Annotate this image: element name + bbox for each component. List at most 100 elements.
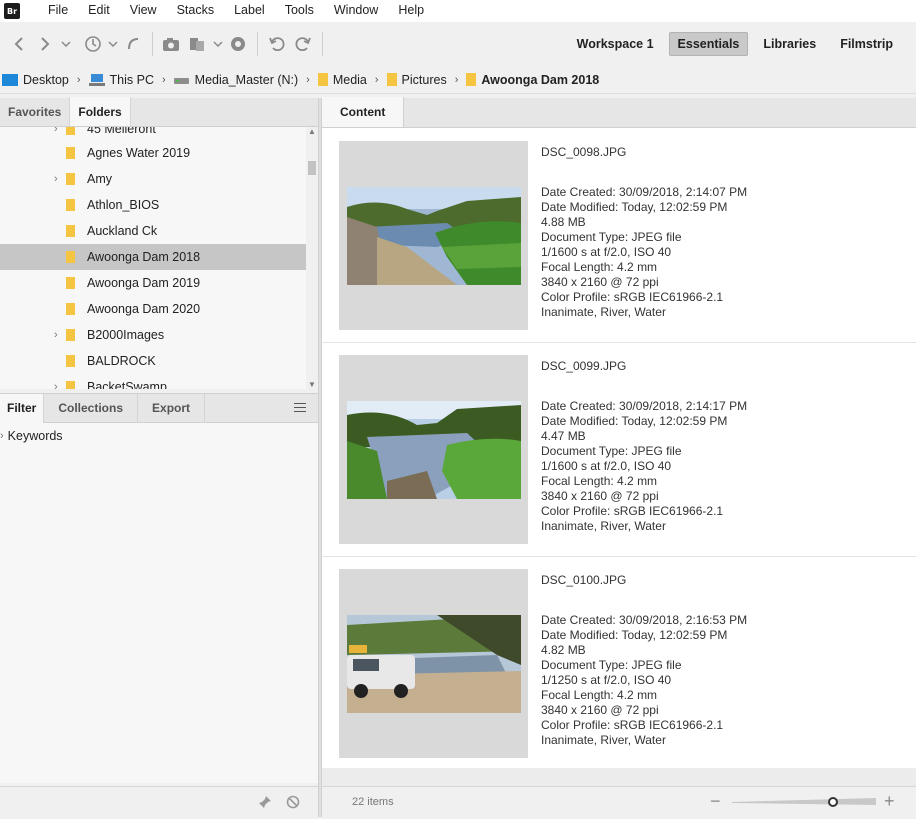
forward-icon[interactable] xyxy=(32,31,58,57)
breadcrumb-label: Pictures xyxy=(401,72,447,87)
folder-row[interactable]: › Amy xyxy=(0,166,306,192)
breadcrumb-label: Media_Master (N:) xyxy=(194,72,299,87)
breadcrumb-label: Desktop xyxy=(23,72,69,87)
folder-row[interactable]: Awoonga Dam 2019 xyxy=(0,270,306,296)
thumbnail[interactable] xyxy=(339,355,528,544)
folder-icon xyxy=(66,173,75,188)
breadcrumb: Desktop › This PC › Media_Master (N:) › … xyxy=(0,66,916,94)
thumbnail[interactable] xyxy=(339,569,528,758)
workspace-1-button[interactable]: Workspace 1 xyxy=(568,32,663,56)
chevron-down-icon[interactable] xyxy=(58,31,74,57)
folder-row[interactable]: Athlon_BIOS xyxy=(0,192,306,218)
left-panel-tabs: Favorites Folders xyxy=(0,97,318,127)
breadcrumb-media[interactable]: Media xyxy=(317,72,367,87)
chevron-right-icon[interactable]: › xyxy=(54,127,58,135)
photo-thumbnail-river xyxy=(346,186,521,285)
folder-row[interactable]: Agnes Water 2019 xyxy=(0,140,306,166)
breadcrumb-label: Media xyxy=(332,72,367,87)
content-item[interactable]: DSC_0100.JPG Date Created: 30/09/2018, 2… xyxy=(322,557,916,771)
folder-name: Auckland Ck xyxy=(87,224,158,238)
menu-bar: Br File Edit View Stacks Label Tools Win… xyxy=(0,0,916,22)
tab-favorites[interactable]: Favorites xyxy=(0,97,71,126)
tab-filter[interactable]: Filter xyxy=(0,393,45,423)
essentials-workspace-button[interactable]: Essentials xyxy=(668,32,749,56)
left-panel: Favorites Folders › 45 Melleront Agnes W… xyxy=(0,97,318,817)
thumbnail[interactable] xyxy=(339,141,528,330)
folder-row[interactable]: › B2000Images xyxy=(0,322,306,348)
filter-panel-tabs: Filter Collections Export xyxy=(0,393,318,423)
date-created: Date Created: 30/09/2018, 2:14:07 PM xyxy=(541,185,748,199)
tab-folders[interactable]: Folders xyxy=(70,97,131,126)
breadcrumb-pictures[interactable]: Pictures xyxy=(386,72,447,87)
breadcrumb-desktop[interactable]: Desktop xyxy=(2,73,69,87)
tab-collections[interactable]: Collections xyxy=(44,393,139,423)
panel-menu-icon[interactable] xyxy=(294,403,306,412)
exposure: 1/1600 s at f/2.0, ISO 40 xyxy=(541,245,672,259)
libraries-workspace-button[interactable]: Libraries xyxy=(754,32,825,56)
zoom-out-icon[interactable]: − xyxy=(710,791,721,812)
recent-history-icon[interactable] xyxy=(80,31,106,57)
file-name: DSC_0100.JPG xyxy=(541,573,627,587)
focal-length: Focal Length: 4.2 mm xyxy=(541,688,658,702)
tab-content[interactable]: Content xyxy=(322,97,405,127)
folder-name: Awoonga Dam 2020 xyxy=(87,302,201,316)
menu-file[interactable]: File xyxy=(38,0,78,22)
scroll-up-icon[interactable]: ▲ xyxy=(306,127,318,136)
chevron-right-icon[interactable]: › xyxy=(54,381,58,389)
chevron-right-icon[interactable]: › xyxy=(455,74,459,86)
pin-icon[interactable] xyxy=(258,795,272,812)
rotate-left-icon[interactable] xyxy=(264,31,290,57)
content-item[interactable]: DSC_0099.JPG Date Created: 30/09/2018, 2… xyxy=(322,343,916,557)
folder-row[interactable]: Awoonga Dam 2020 xyxy=(0,296,306,322)
breadcrumb-this-pc[interactable]: This PC xyxy=(88,73,154,87)
folder-icon xyxy=(66,251,75,266)
refine-icon[interactable] xyxy=(185,31,211,57)
recent-chevron-down-icon[interactable] xyxy=(106,31,120,57)
chevron-right-icon[interactable]: › xyxy=(0,430,4,442)
file-name: DSC_0098.JPG xyxy=(541,145,627,159)
chevron-right-icon[interactable]: › xyxy=(77,74,81,86)
folder-row[interactable]: › BacketSwamp xyxy=(0,374,306,389)
return-to-app-icon[interactable] xyxy=(120,31,146,57)
rotate-right-icon[interactable] xyxy=(290,31,316,57)
menu-window[interactable]: Window xyxy=(324,0,388,22)
folder-icon xyxy=(66,199,75,214)
file-size: 4.82 MB xyxy=(541,643,586,657)
breadcrumb-media-master[interactable]: Media_Master (N:) xyxy=(173,72,299,87)
menu-tools[interactable]: Tools xyxy=(275,0,324,22)
menu-label[interactable]: Label xyxy=(224,0,275,22)
content-tabs: Content xyxy=(322,97,916,128)
refine-chevron-down-icon[interactable] xyxy=(211,31,225,57)
chevron-right-icon[interactable]: › xyxy=(375,74,379,86)
back-icon[interactable] xyxy=(6,31,32,57)
folder-row-selected[interactable]: Awoonga Dam 2018 xyxy=(0,244,306,270)
camera-import-icon[interactable] xyxy=(159,31,185,57)
filter-keywords-row[interactable]: › Keywords xyxy=(0,429,63,443)
open-in-camera-raw-icon[interactable] xyxy=(225,31,251,57)
menu-view[interactable]: View xyxy=(120,0,167,22)
scrollbar-thumb[interactable] xyxy=(308,161,316,175)
filmstrip-workspace-button[interactable]: Filmstrip xyxy=(831,32,902,56)
content-item[interactable]: DSC_0098.JPG Date Created: 30/09/2018, 2… xyxy=(322,129,916,343)
zoom-in-icon[interactable]: + xyxy=(884,791,895,812)
menu-edit[interactable]: Edit xyxy=(78,0,120,22)
folder-icon xyxy=(66,127,75,138)
filter-keywords-label: Keywords xyxy=(7,429,63,443)
folder-row[interactable]: Auckland Ck xyxy=(0,218,306,244)
slider-thumb[interactable] xyxy=(827,797,838,807)
folder-scrollbar[interactable]: ▲ ▼ xyxy=(306,127,318,389)
chevron-right-icon[interactable]: › xyxy=(306,74,310,86)
scroll-down-icon[interactable]: ▼ xyxy=(306,380,318,389)
chevron-right-icon[interactable]: › xyxy=(54,173,58,185)
desktop-icon xyxy=(2,73,18,86)
menu-stacks[interactable]: Stacks xyxy=(167,0,225,22)
focal-length: Focal Length: 4.2 mm xyxy=(541,474,658,488)
chevron-right-icon[interactable]: › xyxy=(54,329,58,341)
folder-row[interactable]: BALDROCK xyxy=(0,348,306,374)
breadcrumb-current-folder[interactable]: Awoonga Dam 2018 xyxy=(466,73,599,87)
clear-filter-icon[interactable] xyxy=(286,795,300,812)
tab-export[interactable]: Export xyxy=(138,393,206,423)
chevron-right-icon[interactable]: › xyxy=(162,74,166,86)
thumbnail-size-slider[interactable] xyxy=(732,798,876,805)
menu-help[interactable]: Help xyxy=(388,0,434,22)
